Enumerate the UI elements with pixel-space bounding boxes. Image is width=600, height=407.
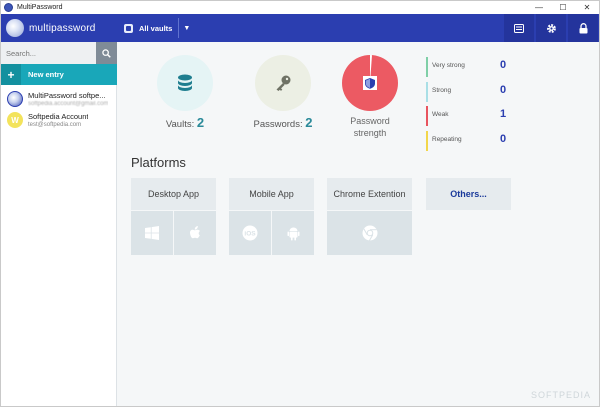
plus-icon: +: [1, 64, 21, 85]
level-count: 0: [499, 132, 507, 145]
main-content: Vaults: 2 Passwords: 2 Password strength…: [118, 42, 599, 406]
level-count: 1: [499, 108, 507, 120]
passwords-count: 2: [305, 115, 313, 130]
title-bar: MultiPassword — ☐ ✕: [1, 1, 599, 14]
database-icon: [178, 74, 192, 91]
password-strength-stat: Password strength: [330, 55, 410, 139]
strength-levels: Very strong 0 Strong 0 Weak 1 Repeating …: [426, 57, 516, 155]
android-icon: [287, 227, 299, 240]
list-button[interactable]: [504, 14, 534, 42]
level-bar: [426, 130, 428, 151]
mac-download[interactable]: [174, 211, 216, 255]
divider: [178, 18, 180, 38]
passwords-stat: Passwords: 2: [243, 55, 323, 131]
globe-icon: [7, 91, 23, 107]
platform-card-mobile[interactable]: Mobile App iOS: [229, 178, 314, 255]
settings-button[interactable]: [536, 14, 566, 42]
windows-download[interactable]: [131, 211, 173, 255]
level-bar: [426, 106, 428, 126]
brand: multipassword: [1, 14, 117, 42]
app-header: multipassword All vaults ▼: [1, 14, 599, 42]
entry-subtitle: test@softpedia.com: [28, 122, 82, 128]
lock-icon: [579, 22, 587, 33]
sidebar: + New entry MultiPassword softpe... soft…: [1, 42, 117, 406]
entry-title: MultiPassword softpe...: [28, 91, 106, 100]
gear-icon: [546, 23, 556, 33]
level-count: 0: [499, 59, 507, 71]
level-repeating: Repeating 0: [426, 130, 516, 151]
list-item[interactable]: W Softpedia Account test@softpedia.com: [1, 108, 117, 132]
android-download[interactable]: [272, 211, 314, 255]
vault-icon: [124, 23, 133, 33]
window-title: MultiPassword: [17, 4, 63, 11]
key-icon: [276, 75, 291, 91]
app-icon: [4, 3, 13, 12]
maximize-button[interactable]: ☐: [551, 1, 575, 14]
new-entry-label: New entry: [28, 70, 64, 79]
logo-icon: [6, 19, 24, 37]
new-entry-button[interactable]: + New entry: [1, 64, 117, 85]
minimize-button[interactable]: —: [527, 1, 551, 14]
vaults-count: 2: [196, 115, 205, 130]
level-name: Very strong: [432, 62, 465, 69]
strength-donut: [342, 55, 398, 111]
windows-icon: [145, 226, 159, 240]
platform-card-desktop[interactable]: Desktop App: [131, 178, 216, 255]
app-window: MultiPassword — ☐ ✕ multipassword All va…: [0, 0, 600, 407]
level-name: Weak: [432, 111, 449, 118]
platform-name: Mobile App: [229, 178, 314, 210]
vault-selector[interactable]: All vaults ▼: [119, 17, 190, 39]
platform-name: Chrome Extention: [327, 178, 412, 210]
level-strong: Strong 0: [426, 81, 516, 102]
platform-card-others[interactable]: Others...: [426, 178, 511, 210]
search-icon: [102, 48, 111, 58]
chevron-down-icon[interactable]: ▼: [183, 25, 190, 32]
level-bar: [426, 81, 428, 102]
strength-label-line1: Password: [350, 116, 390, 126]
level-count: 0: [499, 83, 507, 96]
ios-icon: iOS: [242, 225, 258, 241]
close-button[interactable]: ✕: [575, 1, 599, 14]
entry-subtitle: softpedia.account@gmail.com: [28, 101, 109, 107]
search-button[interactable]: [96, 42, 117, 64]
strength-label-line2: strength: [353, 128, 387, 138]
entry-title: Softpedia Account: [28, 112, 89, 121]
level-name: Repeating: [432, 135, 462, 143]
platform-name: Desktop App: [131, 178, 216, 210]
passwords-label: Passwords:: [253, 119, 303, 130]
level-very-strong: Very strong 0: [426, 57, 516, 77]
level-bar: [426, 57, 428, 77]
platform-name: Others...: [426, 178, 511, 210]
search-bar: [1, 42, 117, 64]
level-name: Strong: [432, 86, 452, 94]
watermark: SOFTPEDIA: [530, 390, 591, 400]
brand-name: multipassword: [29, 22, 96, 34]
svg-text:iOS: iOS: [244, 231, 256, 238]
lock-button[interactable]: [568, 14, 598, 42]
passwords-circle: [255, 55, 311, 111]
platforms-title: Platforms: [131, 155, 186, 170]
vault-selector-label: All vaults: [139, 23, 173, 33]
platform-card-chrome[interactable]: Chrome Extention: [327, 178, 412, 255]
avatar: W: [7, 112, 23, 128]
apple-icon: [190, 226, 200, 239]
search-input[interactable]: [1, 42, 96, 64]
vaults-stat: Vaults: 2: [145, 55, 225, 131]
chrome-download[interactable]: [327, 211, 412, 255]
vaults-circle: [157, 55, 213, 111]
ios-download[interactable]: iOS: [229, 211, 271, 255]
vaults-label: Vaults:: [165, 119, 195, 130]
list-icon: [514, 23, 524, 33]
chrome-icon: [362, 225, 377, 241]
level-weak: Weak 1: [426, 106, 516, 126]
